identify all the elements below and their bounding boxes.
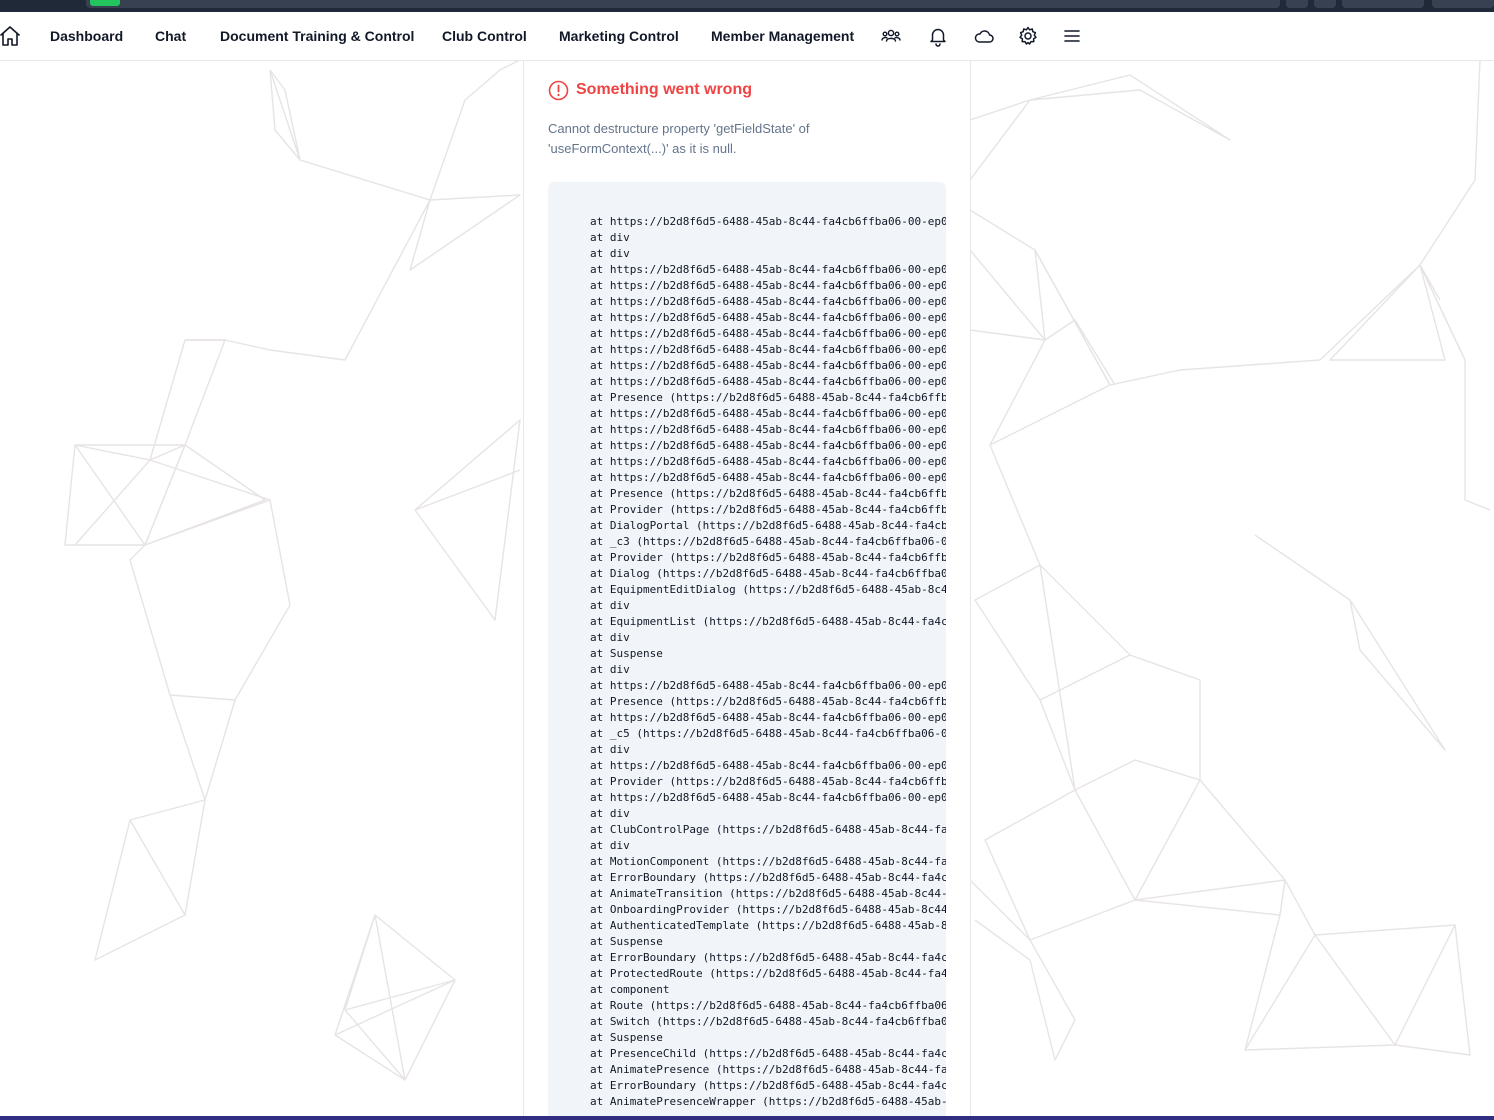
stack-trace-line: at https://b2d8f6d5-6488-45ab-8c44-fa4cb… — [590, 215, 946, 228]
stack-trace-line: at Suspense — [590, 647, 663, 660]
browser-button[interactable] — [1342, 0, 1424, 8]
stack-trace-line: at https://b2d8f6d5-6488-45ab-8c44-fa4cb… — [590, 791, 946, 804]
error-message: Cannot destructure property 'getFieldSta… — [548, 121, 810, 156]
bell-icon[interactable] — [927, 25, 949, 47]
error-title: Something went wrong — [576, 81, 752, 98]
browser-button[interactable] — [1314, 0, 1336, 8]
stack-trace-line: at _c5 (https://b2d8f6d5-6488-45ab-8c44-… — [590, 727, 946, 740]
stack-trace-line: at https://b2d8f6d5-6488-45ab-8c44-fa4cb… — [590, 327, 946, 340]
stack-trace-line: at div — [590, 599, 630, 612]
stack-trace-line: at MotionComponent (https://b2d8f6d5-648… — [590, 855, 946, 868]
stack-trace-line: at Route (https://b2d8f6d5-6488-45ab-8c4… — [590, 999, 946, 1012]
home-icon[interactable] — [0, 25, 20, 47]
stack-trace-line: at https://b2d8f6d5-6488-45ab-8c44-fa4cb… — [590, 311, 946, 324]
stack-trace-line: at Suspense — [590, 1031, 663, 1044]
nav-link-club-control[interactable]: Club Control — [442, 26, 527, 48]
stack-trace-line: at https://b2d8f6d5-6488-45ab-8c44-fa4cb… — [590, 263, 946, 276]
stack-trace-line: at https://b2d8f6d5-6488-45ab-8c44-fa4cb… — [590, 375, 946, 388]
stack-trace-line: at https://b2d8f6d5-6488-45ab-8c44-fa4cb… — [590, 295, 946, 308]
stack-trace-line: at AnimatePresence (https://b2d8f6d5-648… — [590, 1063, 946, 1076]
stack-trace-line: at ProtectedRoute (https://b2d8f6d5-6488… — [590, 967, 946, 980]
stack-trace-line: at https://b2d8f6d5-6488-45ab-8c44-fa4cb… — [590, 759, 946, 772]
stack-trace-line: at div — [590, 807, 630, 820]
stack-trace-line: at DialogPortal (https://b2d8f6d5-6488-4… — [590, 519, 946, 532]
stack-trace-line: at https://b2d8f6d5-6488-45ab-8c44-fa4cb… — [590, 439, 946, 452]
stack-trace-line: at Suspense — [590, 935, 663, 948]
stack-trace-line: at Dialog (https://b2d8f6d5-6488-45ab-8c… — [590, 567, 946, 580]
stack-trace-line: at AuthenticatedTemplate (https://b2d8f6… — [590, 919, 946, 932]
nav-link-document-training[interactable]: Document Training & Control — [220, 26, 414, 48]
address-bar[interactable] — [86, 0, 1280, 8]
nav-link-member-management[interactable]: Member Management — [711, 26, 854, 48]
stack-trace-line: at https://b2d8f6d5-6488-45ab-8c44-fa4cb… — [590, 407, 946, 420]
menu-icon[interactable] — [1061, 25, 1083, 47]
gear-icon[interactable] — [1017, 25, 1039, 47]
browser-button[interactable] — [1432, 0, 1494, 8]
stack-trace-line: at https://b2d8f6d5-6488-45ab-8c44-fa4cb… — [590, 471, 946, 484]
stack-trace-line: at EquipmentList (https://b2d8f6d5-6488-… — [590, 615, 946, 628]
stack-trace-line: at ClubControlPage (https://b2d8f6d5-648… — [590, 823, 946, 836]
stack-trace-line: at Provider (https://b2d8f6d5-6488-45ab-… — [590, 551, 946, 564]
stack-trace-line: at ErrorBoundary (https://b2d8f6d5-6488-… — [590, 1079, 946, 1092]
cloud-icon[interactable] — [973, 25, 995, 47]
stack-trace-line: at ErrorBoundary (https://b2d8f6d5-6488-… — [590, 951, 946, 964]
stack-trace: at https://b2d8f6d5-6488-45ab-8c44-fa4cb… — [590, 214, 946, 1110]
stack-trace-line: at div — [590, 231, 630, 244]
browser-button[interactable] — [1286, 0, 1308, 8]
error-panel: Something went wrong Cannot destructure … — [523, 61, 971, 1116]
nav-link-marketing-control[interactable]: Marketing Control — [559, 26, 679, 48]
taskbar-edge — [0, 1116, 1494, 1120]
nav-link-chat[interactable]: Chat — [155, 26, 186, 48]
stack-trace-line: at div — [590, 247, 630, 260]
users-icon[interactable] — [880, 25, 902, 47]
stack-trace-line: at https://b2d8f6d5-6488-45ab-8c44-fa4cb… — [590, 359, 946, 372]
stack-trace-line: at Presence (https://b2d8f6d5-6488-45ab-… — [590, 391, 946, 404]
top-navbar: Dashboard Chat Document Training & Contr… — [0, 12, 1494, 61]
error-header: Something went wrong — [548, 78, 752, 102]
stack-trace-line: at AnimateTransition (https://b2d8f6d5-6… — [590, 887, 946, 900]
stack-trace-line: at _c3 (https://b2d8f6d5-6488-45ab-8c44-… — [590, 535, 946, 548]
stack-trace-line: at div — [590, 743, 630, 756]
stack-trace-line: at https://b2d8f6d5-6488-45ab-8c44-fa4cb… — [590, 711, 946, 724]
stack-trace-line: at Provider (https://b2d8f6d5-6488-45ab-… — [590, 503, 946, 516]
stack-trace-line: at div — [590, 663, 630, 676]
nav-link-dashboard[interactable]: Dashboard — [50, 26, 123, 48]
stack-trace-line: at https://b2d8f6d5-6488-45ab-8c44-fa4cb… — [590, 679, 946, 692]
stack-trace-line: at EquipmentEditDialog (https://b2d8f6d5… — [590, 583, 946, 596]
browser-chrome-strip — [0, 0, 1494, 12]
stack-trace-line: at https://b2d8f6d5-6488-45ab-8c44-fa4cb… — [590, 279, 946, 292]
stack-trace-line: at Presence (https://b2d8f6d5-6488-45ab-… — [590, 487, 946, 500]
secure-badge — [90, 0, 120, 6]
stack-trace-line: at div — [590, 631, 630, 644]
stack-trace-line: at https://b2d8f6d5-6488-45ab-8c44-fa4cb… — [590, 343, 946, 356]
stack-trace-line: at https://b2d8f6d5-6488-45ab-8c44-fa4cb… — [590, 455, 946, 468]
stack-trace-line: at ErrorBoundary (https://b2d8f6d5-6488-… — [590, 871, 946, 884]
alert-circle-icon — [548, 80, 569, 100]
stack-trace-line: at Provider (https://b2d8f6d5-6488-45ab-… — [590, 775, 946, 788]
stack-trace-line: at OnboardingProvider (https://b2d8f6d5-… — [590, 903, 946, 916]
stack-trace-line: at AnimatePresenceWrapper (https://b2d8f… — [590, 1095, 946, 1108]
stack-trace-line: at https://b2d8f6d5-6488-45ab-8c44-fa4cb… — [590, 423, 946, 436]
stack-trace-line: at Switch (https://b2d8f6d5-6488-45ab-8c… — [590, 1015, 946, 1028]
stack-trace-line: at PresenceChild (https://b2d8f6d5-6488-… — [590, 1047, 946, 1060]
stack-trace-line: at Presence (https://b2d8f6d5-6488-45ab-… — [590, 695, 946, 708]
stack-trace-line: at div — [590, 839, 630, 852]
stack-trace-line: at component — [590, 983, 670, 996]
stack-trace-box[interactable]: at https://b2d8f6d5-6488-45ab-8c44-fa4cb… — [548, 182, 946, 1116]
